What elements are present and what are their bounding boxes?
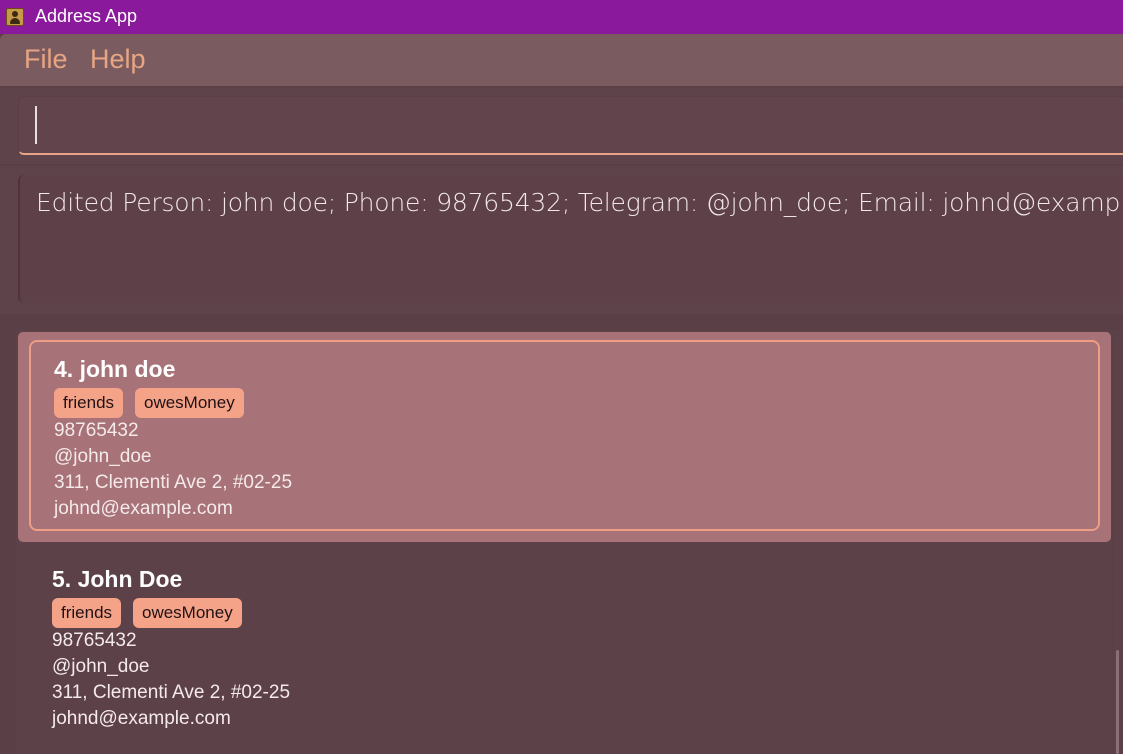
window-title: Address App [35, 6, 138, 26]
tag-owesmoney: owesMoney [135, 388, 244, 418]
person-telegram: @john_doe [54, 446, 152, 467]
person-telegram: @john_doe [52, 656, 150, 677]
tag-owesmoney: owesMoney [133, 598, 242, 628]
tag-friends: friends [54, 388, 124, 418]
person-email: johnd@example.com [52, 708, 231, 729]
person-email: johnd@example.com [54, 498, 233, 519]
title-bar: Address App [0, 0, 1123, 34]
menu-help[interactable]: Help [90, 44, 146, 75]
scrollbar-thumb[interactable] [1116, 650, 1119, 754]
person-phone: 98765432 [52, 630, 137, 651]
person-address: 311, Clementi Ave 2, #02-25 [54, 472, 293, 493]
command-input[interactable] [18, 96, 1123, 155]
person-address: 311, Clementi Ave 2, #02-25 [52, 682, 291, 703]
person-phone: 98765432 [54, 420, 139, 441]
result-text: Edited Person: john doe; Phone: 98765432… [36, 188, 1123, 217]
person-name: 5. John Doe [52, 566, 183, 592]
tag-friends: friends [52, 598, 122, 628]
menu-file[interactable]: File [24, 44, 68, 75]
address-book-icon [6, 8, 24, 26]
menu-bar: File Help [0, 34, 1123, 86]
person-name: 4. john doe [54, 356, 176, 382]
text-cursor [35, 106, 37, 144]
